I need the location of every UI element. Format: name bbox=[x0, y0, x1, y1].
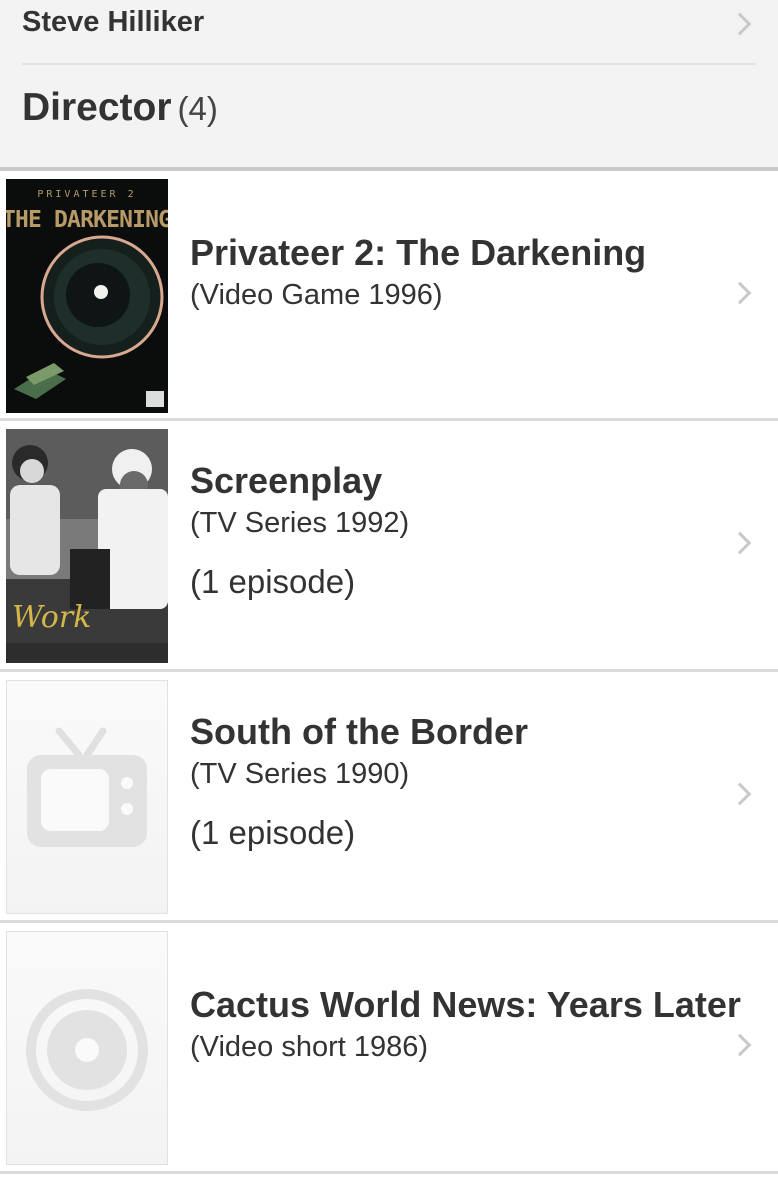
item-subtitle: (Video Game 1996) bbox=[190, 279, 443, 311]
item-title: Screenplay bbox=[190, 460, 383, 501]
list-item[interactable]: South of the Border (TV Series 1990) (1 … bbox=[0, 672, 778, 923]
tv-placeholder-icon bbox=[27, 727, 147, 847]
item-subtitle: (TV Series 1992) bbox=[190, 507, 410, 539]
chevron-right-icon bbox=[728, 12, 752, 36]
item-episode-count: (1 episode) bbox=[190, 563, 356, 600]
poster-script-text: Work bbox=[12, 600, 91, 635]
poster-placeholder bbox=[6, 931, 168, 1165]
previous-credit-row[interactable]: Steve Hilliker bbox=[22, 0, 756, 65]
item-subtitle: (TV Series 1990) bbox=[190, 758, 410, 790]
chevron-right-icon bbox=[728, 782, 752, 806]
section-title: Director bbox=[22, 86, 172, 129]
item-episode-count: (1 episode) bbox=[190, 814, 356, 851]
item-title: Cactus World News: Years Later bbox=[190, 984, 741, 1025]
poster-main-text: THE DARKENING bbox=[6, 207, 168, 233]
chevron-right-icon bbox=[728, 281, 752, 305]
header-section: Steve Hilliker Director (4) bbox=[0, 0, 778, 171]
list-item[interactable]: Cactus World News: Years Later (Video sh… bbox=[0, 923, 778, 1174]
previous-credit-name: Steve Hilliker bbox=[22, 6, 205, 38]
item-text: South of the Border (TV Series 1990) (1 … bbox=[190, 710, 718, 852]
item-title: South of the Border bbox=[190, 711, 528, 752]
section-count: (4) bbox=[177, 90, 218, 127]
poster-image: Work bbox=[6, 429, 168, 663]
filmography-list: PRIVATEER 2 THE DARKENING Privateer 2: T… bbox=[0, 171, 778, 1174]
item-subtitle: (Video short 1986) bbox=[190, 1031, 429, 1063]
list-item[interactable]: Work Screenplay (TV Series 1992) (1 epis… bbox=[0, 421, 778, 672]
item-title: Privateer 2: The Darkening bbox=[190, 232, 647, 273]
poster-image: PRIVATEER 2 THE DARKENING bbox=[6, 179, 168, 413]
list-item[interactable]: PRIVATEER 2 THE DARKENING Privateer 2: T… bbox=[0, 171, 778, 421]
chevron-right-icon bbox=[728, 1033, 752, 1057]
item-text: Cactus World News: Years Later (Video sh… bbox=[190, 983, 741, 1067]
item-text: Privateer 2: The Darkening (Video Game 1… bbox=[190, 231, 718, 315]
section-heading: Director (4) bbox=[22, 86, 218, 130]
poster-top-text: PRIVATEER 2 bbox=[37, 189, 136, 200]
disc-placeholder-icon bbox=[26, 989, 148, 1111]
chevron-right-icon bbox=[728, 531, 752, 555]
poster-placeholder bbox=[6, 680, 168, 914]
item-text: Screenplay (TV Series 1992) (1 episode) bbox=[190, 459, 718, 601]
